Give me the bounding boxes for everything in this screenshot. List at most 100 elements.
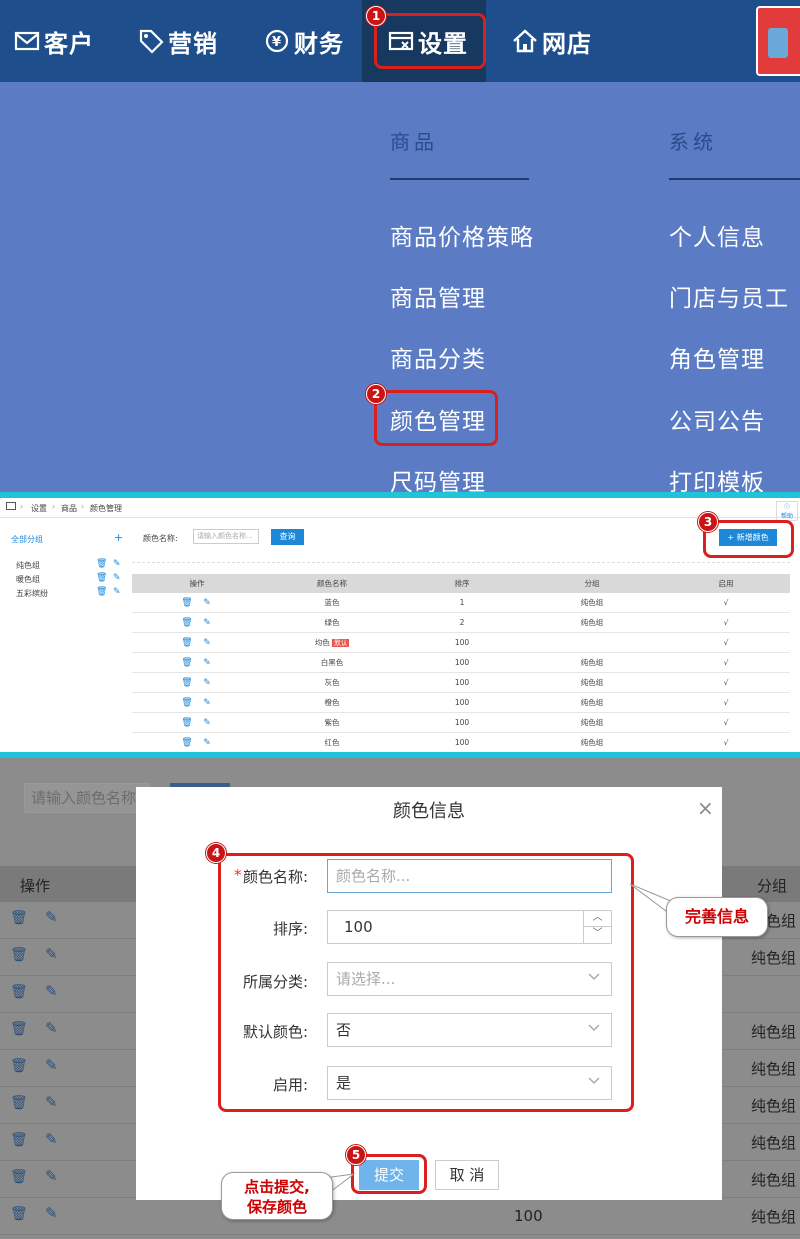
search-input[interactable]: 请输入颜色名称... [193,529,259,544]
trash-icon[interactable]: 🗑 [180,673,194,693]
breadcrumb-sep-icon: › [52,502,56,511]
edit-icon[interactable]: ✎ [113,573,121,583]
bg-group-cell: 纯色组 [751,1097,797,1115]
trash-icon[interactable]: 🗑 [180,593,194,613]
breadcrumb-goods[interactable]: 商品 [61,503,77,514]
bg-header-group: 分组 [757,877,788,895]
help-button[interactable]: ⓘ 帮助 [776,501,798,521]
bg-group-cell: 色组 [766,912,797,930]
bg-row-divider [0,1234,800,1235]
breadcrumb-settings[interactable]: 设置 [31,503,47,514]
th-op: 操作 [189,579,205,588]
edit-icon[interactable]: ✎ [113,559,121,569]
callout-complete-info: 完善信息 [666,897,768,937]
enabled-cell: √ [723,718,729,727]
trash-icon[interactable]: 🗑 [180,633,194,653]
enabled-cell: √ [723,598,729,607]
color-name-cell: 橙色 [324,698,340,707]
table-row: 🗑 ✎ 灰色 100 纯色组 √ [132,673,790,693]
step-badge-4: 4 [206,843,226,863]
nav-finance[interactable]: ¥ 财务 [264,0,344,82]
column-header-system: 系统 [669,130,717,154]
edit-icon: ✎ [45,1019,58,1037]
menu-item-price-strategy[interactable]: 商品价格策略 [390,218,534,252]
bg-group-cell: 纯色组 [751,1134,797,1152]
sidebar-group-item[interactable]: 暖色组 [16,574,40,585]
money-icon: ¥ [265,29,289,53]
order-cell: 2 [459,618,465,627]
group-cell: 纯色组 [580,738,604,747]
trash-icon: 🗑 [10,1132,28,1148]
edit-icon[interactable]: ✎ [200,633,214,653]
th-enabled: 启用 [718,579,734,588]
edit-icon: ✎ [45,982,58,1000]
trash-icon[interactable]: 🗑 [180,713,194,733]
bg-group-cell: 纯色组 [751,1171,797,1189]
order-cell: 100 [454,678,470,687]
group-cell: 纯色组 [580,618,604,627]
th-group: 分组 [584,579,600,588]
sidebar-group-item[interactable]: 纯色组 [16,560,40,571]
color-name-cell: 白黑色 [320,658,344,667]
menu-item-announcement[interactable]: 公司公告 [669,402,765,436]
query-button[interactable]: 查询 [271,529,304,545]
order-cell: 1 [459,598,465,607]
highlight-box-1 [374,13,486,69]
app-logo[interactable] [756,6,800,76]
trash-icon[interactable]: 🗑 [180,613,194,633]
add-group-button[interactable]: + [114,531,123,544]
trash-icon: 🗑 [10,947,28,963]
svg-text:¥: ¥ [272,35,282,50]
edit-icon[interactable]: ✎ [200,593,214,613]
group-cell: 纯色组 [580,598,604,607]
trash-icon[interactable]: 🗑 [96,559,107,569]
bg-header-op: 操作 [20,877,51,895]
trash-icon: 🗑 [10,1206,28,1222]
edit-icon[interactable]: ✎ [200,733,214,753]
enabled-cell: √ [723,678,729,687]
enabled-cell: √ [723,618,729,627]
trash-icon[interactable]: 🗑 [180,733,194,753]
edit-icon[interactable]: ✎ [200,613,214,633]
group-cell [522,633,662,653]
highlight-box-2 [374,390,498,446]
menu-item-store-staff[interactable]: 门店与员工 [669,279,789,313]
trash-icon[interactable]: 🗑 [96,587,107,597]
breadcrumb-sep-icon: › [81,502,85,511]
order-cell: 100 [454,638,470,647]
edit-icon: ✎ [45,1130,58,1148]
bg-order-cell: 100 [514,1207,543,1225]
edit-icon: ✎ [45,945,58,963]
trash-icon[interactable]: 🗑 [180,693,194,713]
edit-icon[interactable]: ✎ [200,713,214,733]
table-row: 🗑 ✎ 蓝色 1 纯色组 √ [132,593,790,613]
trash-icon: 🗑 [10,984,28,1000]
sidebar-title[interactable]: 全部分组 [11,534,43,545]
color-name-cell: 紫色 [324,718,340,727]
edit-icon[interactable]: ✎ [200,653,214,673]
trash-icon[interactable]: 🗑 [96,573,107,583]
enabled-cell: √ [723,698,729,707]
table-row: 🗑 ✎ 红色 100 纯色组 √ [132,733,790,753]
cancel-button[interactable]: 取 消 [435,1160,499,1190]
menu-item-role-manage[interactable]: 角色管理 [669,340,765,374]
group-cell: 纯色组 [580,658,604,667]
sidebar-group-item[interactable]: 五彩缤纷 [16,588,48,599]
mail-icon [14,31,40,51]
close-icon[interactable]: × [697,796,714,820]
default-tag: 默认 [332,639,350,647]
nav-customer[interactable]: 客户 [14,0,94,82]
trash-icon[interactable]: 🗑 [180,653,194,673]
edit-icon[interactable]: ✎ [200,673,214,693]
help-icon: ⓘ [783,504,790,511]
nav-marketing[interactable]: 营销 [138,0,218,82]
nav-webshop[interactable]: 网店 [512,0,592,82]
menu-item-goods-manage[interactable]: 商品管理 [390,279,486,313]
th-order: 排序 [454,579,470,588]
trash-icon: 🗑 [10,1021,28,1037]
phone-icon [768,28,788,58]
edit-icon[interactable]: ✎ [113,587,121,597]
menu-item-goods-category[interactable]: 商品分类 [390,340,486,374]
menu-item-personal-info[interactable]: 个人信息 [669,218,765,252]
edit-icon[interactable]: ✎ [200,693,214,713]
